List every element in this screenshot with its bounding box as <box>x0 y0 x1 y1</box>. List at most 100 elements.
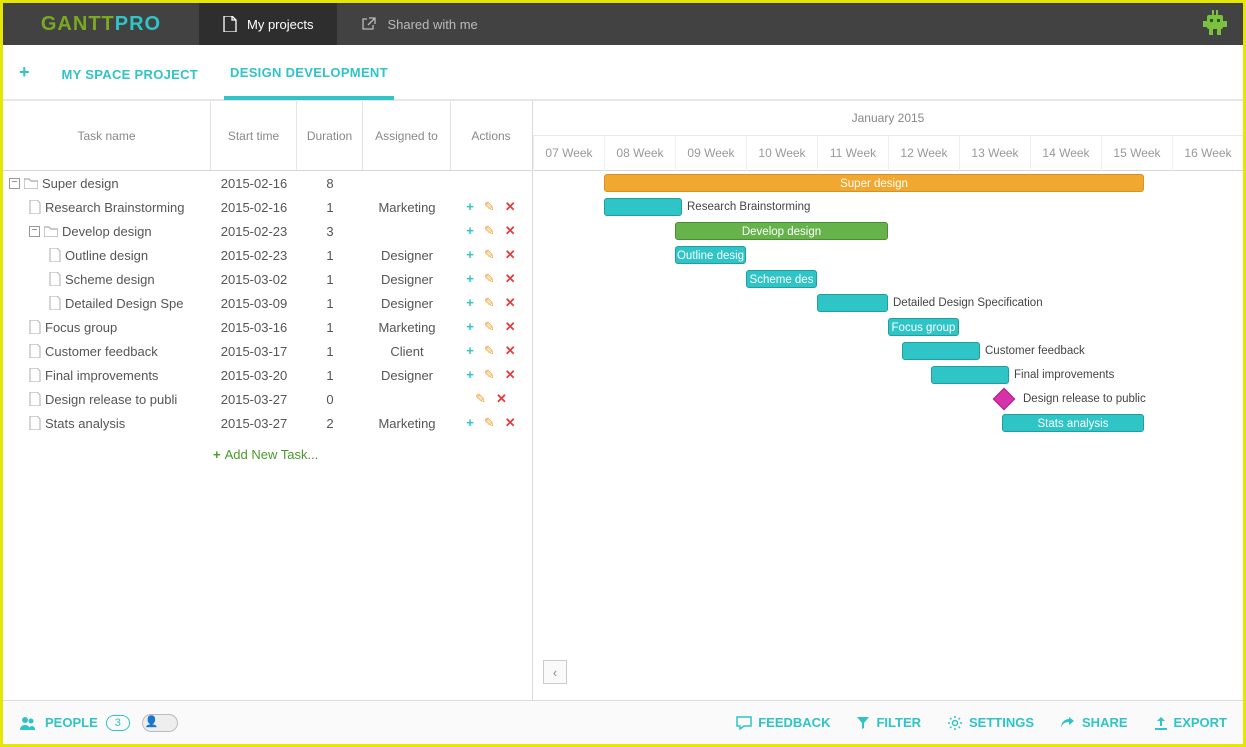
edit-icon[interactable]: ✎ <box>484 271 495 287</box>
footer: PEOPLE 3 FEEDBACK FILTER SETTINGS SHARE EXPO… <box>3 700 1243 744</box>
edit-icon[interactable]: ✎ <box>484 319 495 335</box>
cell-ass: Designer <box>363 368 451 383</box>
week-header: 11 Week <box>817 136 888 171</box>
expand-toggle[interactable]: − <box>29 226 40 237</box>
gantt-bar[interactable] <box>931 366 1009 384</box>
gantt-bar[interactable] <box>604 198 682 216</box>
cell-ass: Designer <box>363 296 451 311</box>
bar-label: Final improvements <box>1014 366 1114 384</box>
filter-button[interactable]: FILTER <box>856 715 921 731</box>
add-subtask-icon[interactable]: + <box>466 367 474 383</box>
file-icon <box>49 248 61 262</box>
edit-icon[interactable]: ✎ <box>484 343 495 359</box>
gantt-bar[interactable] <box>902 342 980 360</box>
week-header: 16 Week <box>1172 136 1243 171</box>
gantt-row: Detailed Design Specification <box>533 291 1243 315</box>
task-row[interactable]: Scheme design2015-03-021Designer+✎✕ <box>3 267 532 291</box>
col-assigned: Assigned to <box>363 101 451 170</box>
file-icon <box>29 200 41 214</box>
delete-icon[interactable]: ✕ <box>505 271 516 287</box>
tab-my-projects[interactable]: My projects <box>199 3 337 45</box>
delete-icon[interactable]: ✕ <box>505 247 516 263</box>
delete-icon[interactable]: ✕ <box>505 295 516 311</box>
tab-my-space-project[interactable]: MY SPACE PROJECT <box>56 47 205 98</box>
plus-icon: + <box>213 447 221 462</box>
people-count: 3 <box>106 715 130 731</box>
share-button[interactable]: SHARE <box>1060 715 1128 731</box>
delete-icon[interactable]: ✕ <box>505 223 516 239</box>
delete-icon[interactable]: ✕ <box>505 319 516 335</box>
edit-icon[interactable]: ✎ <box>484 199 495 215</box>
gantt-bar[interactable]: Focus group <box>888 318 959 336</box>
gantt-bar[interactable]: Develop design <box>675 222 888 240</box>
cell-dur: 0 <box>297 392 363 407</box>
people-icon <box>19 716 37 730</box>
task-row[interactable]: Research Brainstorming2015-02-161Marketi… <box>3 195 532 219</box>
add-subtask-icon[interactable]: + <box>466 415 474 431</box>
gantt-bar[interactable]: Outline desig <box>675 246 746 264</box>
cell-start: 2015-03-09 <box>211 296 297 311</box>
col-duration: Duration <box>297 101 363 170</box>
settings-button[interactable]: SETTINGS <box>947 715 1034 731</box>
add-subtask-icon[interactable]: + <box>466 319 474 335</box>
people-control[interactable]: PEOPLE 3 <box>19 714 178 732</box>
task-row[interactable]: −Develop design2015-02-233+✎✕ <box>3 219 532 243</box>
edit-icon[interactable]: ✎ <box>484 295 495 311</box>
task-row[interactable]: Outline design2015-02-231Designer+✎✕ <box>3 243 532 267</box>
tab-design-development[interactable]: DESIGN DEVELOPMENT <box>224 45 394 100</box>
edit-icon[interactable]: ✎ <box>484 415 495 431</box>
task-name: Customer feedback <box>45 344 158 359</box>
task-row[interactable]: Customer feedback2015-03-171Client+✎✕ <box>3 339 532 363</box>
gantt-bar[interactable]: Stats analysis <box>1002 414 1144 432</box>
edit-icon[interactable]: ✎ <box>484 367 495 383</box>
task-row[interactable]: Detailed Design Spe2015-03-091Designer+✎… <box>3 291 532 315</box>
expand-toggle[interactable]: − <box>9 178 20 189</box>
cell-start: 2015-03-27 <box>211 416 297 431</box>
gantt-bar[interactable]: Scheme des <box>746 270 817 288</box>
file-icon <box>29 320 41 334</box>
delete-icon[interactable]: ✕ <box>496 391 507 407</box>
scroll-left-button[interactable]: ‹ <box>543 660 567 684</box>
add-subtask-icon[interactable]: + <box>466 247 474 263</box>
file-icon <box>29 416 41 430</box>
add-subtask-icon[interactable]: + <box>466 343 474 359</box>
gantt-row: Design release to public <box>533 387 1243 411</box>
gantt-bar[interactable]: Super design <box>604 174 1144 192</box>
btn-label: FILTER <box>876 715 921 730</box>
cell-ass: Client <box>363 344 451 359</box>
edit-icon[interactable]: ✎ <box>484 223 495 239</box>
task-row[interactable]: Design release to publi2015-03-270✎✕ <box>3 387 532 411</box>
task-row[interactable]: Stats analysis2015-03-272Marketing+✎✕ <box>3 411 532 435</box>
week-header: 08 Week <box>604 136 675 171</box>
file-icon <box>29 368 41 382</box>
cell-start: 2015-03-27 <box>211 392 297 407</box>
gantt-body[interactable]: Super designResearch BrainstormingDevelo… <box>533 171 1243 435</box>
delete-icon[interactable]: ✕ <box>505 199 516 215</box>
cell-dur: 1 <box>297 368 363 383</box>
task-row[interactable]: −Super design2015-02-168 <box>3 171 532 195</box>
feedback-button[interactable]: FEEDBACK <box>736 715 830 731</box>
delete-icon[interactable]: ✕ <box>505 367 516 383</box>
gantt-row: Develop design <box>533 219 1243 243</box>
add-subtask-icon[interactable]: + <box>466 295 474 311</box>
add-subtask-icon[interactable]: + <box>466 223 474 239</box>
gantt-row: Outline desig <box>533 243 1243 267</box>
content: Task name Start time Duration Assigned t… <box>3 101 1243 701</box>
task-row[interactable]: Final improvements2015-03-201Designer+✎✕ <box>3 363 532 387</box>
delete-icon[interactable]: ✕ <box>505 415 516 431</box>
actions-cell: ✎✕ <box>451 391 531 407</box>
tab-shared[interactable]: Shared with me <box>337 3 501 45</box>
milestone-icon[interactable] <box>993 388 1016 411</box>
delete-icon[interactable]: ✕ <box>505 343 516 359</box>
add-subtask-icon[interactable]: + <box>466 271 474 287</box>
add-project-button[interactable]: + <box>13 62 36 83</box>
edit-icon[interactable]: ✎ <box>484 247 495 263</box>
task-row[interactable]: Focus group2015-03-161Marketing+✎✕ <box>3 315 532 339</box>
edit-icon[interactable]: ✎ <box>475 391 486 407</box>
export-button[interactable]: EXPORT <box>1154 715 1227 731</box>
add-subtask-icon[interactable]: + <box>466 199 474 215</box>
people-toggle[interactable] <box>142 714 178 732</box>
week-header: 12 Week <box>888 136 959 171</box>
gantt-bar[interactable] <box>817 294 888 312</box>
add-task-button[interactable]: + Add New Task... <box>3 435 532 462</box>
